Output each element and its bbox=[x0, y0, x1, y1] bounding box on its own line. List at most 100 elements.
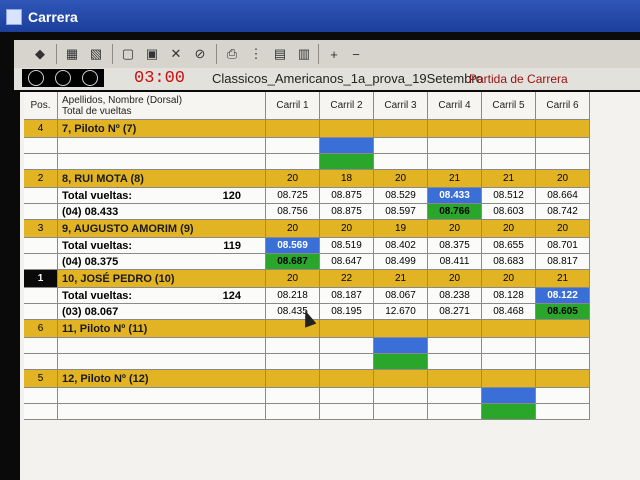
driver-position: 4 bbox=[24, 120, 58, 138]
header-total-label: Total de vueltas bbox=[62, 105, 132, 117]
driver-row[interactable]: 6 11, Piloto Nº (11) bbox=[24, 320, 612, 338]
empty-cell bbox=[24, 188, 58, 204]
light-icon bbox=[54, 70, 71, 86]
lap-time: 08.271 bbox=[428, 304, 482, 320]
race-name: Classicos_Americanos_1a_prova_19Setembro bbox=[212, 71, 483, 86]
total-laps-value: 119 bbox=[223, 239, 241, 252]
driver-row[interactable]: 2 8, RUI MOTA (8) 20 18 20 21 21 20 bbox=[24, 170, 612, 188]
driver-name[interactable]: 12, Piloto Nº (12) bbox=[58, 370, 266, 388]
lap-time: 08.122 bbox=[536, 288, 590, 304]
lap-time bbox=[482, 404, 536, 420]
driver-name[interactable]: 11, Piloto Nº (11) bbox=[58, 320, 266, 338]
grid2-icon[interactable]: ▧ bbox=[86, 44, 106, 64]
grid-icon[interactable]: ▤ bbox=[270, 44, 290, 64]
lap-time bbox=[482, 138, 536, 154]
lap-time: 08.664 bbox=[536, 188, 590, 204]
lap-time bbox=[428, 388, 482, 404]
lap-count: 19 bbox=[374, 220, 428, 238]
lap-count: 20 bbox=[266, 270, 320, 288]
lap-time: 08.875 bbox=[320, 188, 374, 204]
lap-count: 21 bbox=[374, 270, 428, 288]
race-timer: 03:00 bbox=[134, 69, 186, 88]
driver-times-row bbox=[24, 338, 612, 354]
lap-count: 20 bbox=[266, 220, 320, 238]
page-icon[interactable]: ▢ bbox=[118, 44, 138, 64]
light-icon bbox=[27, 70, 44, 86]
lap-time: 12.670 bbox=[374, 304, 428, 320]
header-carril-3: Carril 3 bbox=[374, 92, 428, 120]
lap-time: 08.701 bbox=[536, 238, 590, 254]
lap-time bbox=[374, 354, 428, 370]
empty-cell bbox=[24, 288, 58, 304]
lap-time: 08.875 bbox=[320, 204, 374, 220]
table-icon[interactable]: ▥ bbox=[294, 44, 314, 64]
lap-time: 08.687 bbox=[266, 254, 320, 270]
driver-times-row bbox=[24, 138, 612, 154]
header-carril-4: Carril 4 bbox=[428, 92, 482, 120]
lap-time bbox=[266, 338, 320, 354]
empty-cell bbox=[24, 204, 58, 220]
driver-times-row: (04) 08.433 08.756 08.875 08.597 08.766 08.60… bbox=[24, 204, 612, 220]
lap-time bbox=[536, 404, 590, 420]
driver-times-row: Total vueltas: 119 08.569 08.519 08.402 08.37… bbox=[24, 238, 612, 254]
driver-row[interactable]: 1 10, JOSÉ PEDRO (10) 20 22 21 20 20 21 bbox=[24, 270, 612, 288]
list-icon[interactable]: ⋮ bbox=[246, 44, 266, 64]
lap-time bbox=[536, 138, 590, 154]
header-carril-6: Carril 6 bbox=[536, 92, 590, 120]
lap-time bbox=[374, 338, 428, 354]
lap-count bbox=[482, 120, 536, 138]
lap-time bbox=[320, 138, 374, 154]
driver-position: 2 bbox=[24, 170, 58, 188]
lap-count: 20 bbox=[374, 170, 428, 188]
lap-count: 20 bbox=[428, 220, 482, 238]
lap-count bbox=[266, 120, 320, 138]
lap-time: 08.597 bbox=[374, 204, 428, 220]
lap-time bbox=[374, 154, 428, 170]
lap-count bbox=[320, 120, 374, 138]
lap-count bbox=[374, 320, 428, 338]
driver-row[interactable]: 5 12, Piloto Nº (12) bbox=[24, 370, 612, 388]
header-carril-5: Carril 5 bbox=[482, 92, 536, 120]
lap-time: 08.218 bbox=[266, 288, 320, 304]
total-laps-label: Total vueltas: 119 bbox=[58, 238, 266, 254]
table-header: Pos. Apellidos, Nombre (Dorsal) Total de v… bbox=[24, 92, 612, 120]
driver-name[interactable]: 9, AUGUSTO AMORIM (9) bbox=[58, 220, 266, 238]
lap-time: 08.603 bbox=[482, 204, 536, 220]
driver-name[interactable]: 10, JOSÉ PEDRO (10) bbox=[58, 270, 266, 288]
page-x-icon[interactable]: ✕ bbox=[166, 44, 186, 64]
best-lap bbox=[58, 404, 266, 420]
lap-count bbox=[320, 370, 374, 388]
lap-time bbox=[428, 338, 482, 354]
lap-time: 08.647 bbox=[320, 254, 374, 270]
total-laps-label bbox=[58, 338, 266, 354]
driver-name[interactable]: 8, RUI MOTA (8) bbox=[58, 170, 266, 188]
lap-time bbox=[320, 354, 374, 370]
cancel-icon[interactable]: ⊘ bbox=[190, 44, 210, 64]
minus-icon[interactable]: − bbox=[346, 44, 366, 64]
empty-cell bbox=[24, 238, 58, 254]
grid1-icon[interactable]: ▦ bbox=[62, 44, 82, 64]
driver-name[interactable]: 7, Piloto Nº (7) bbox=[58, 120, 266, 138]
flag-icon[interactable]: ◆ bbox=[30, 44, 50, 64]
header-name: Apellidos, Nombre (Dorsal) Total de vuelt… bbox=[58, 92, 266, 120]
page2-icon[interactable]: ▣ bbox=[142, 44, 162, 64]
lap-count bbox=[482, 320, 536, 338]
empty-cell bbox=[24, 154, 58, 170]
lap-count: 20 bbox=[266, 170, 320, 188]
header-carril-2: Carril 2 bbox=[320, 92, 374, 120]
empty-cell bbox=[24, 404, 58, 420]
plus-icon[interactable]: + bbox=[324, 44, 344, 64]
lap-time bbox=[536, 154, 590, 170]
driver-row[interactable]: 3 9, AUGUSTO AMORIM (9) 20 20 19 20 20 20 bbox=[24, 220, 612, 238]
lap-count: 18 bbox=[320, 170, 374, 188]
driver-row[interactable]: 4 7, Piloto Nº (7) bbox=[24, 120, 612, 138]
total-laps-value: 124 bbox=[222, 289, 241, 302]
lap-time: 08.655 bbox=[482, 238, 536, 254]
header-name-label: Apellidos, Nombre (Dorsal) bbox=[62, 94, 183, 106]
lap-time bbox=[428, 354, 482, 370]
lap-time: 08.529 bbox=[374, 188, 428, 204]
print-icon[interactable]: ⎙ bbox=[222, 44, 242, 64]
lap-time: 08.519 bbox=[320, 238, 374, 254]
lap-time bbox=[266, 388, 320, 404]
lap-count bbox=[428, 320, 482, 338]
